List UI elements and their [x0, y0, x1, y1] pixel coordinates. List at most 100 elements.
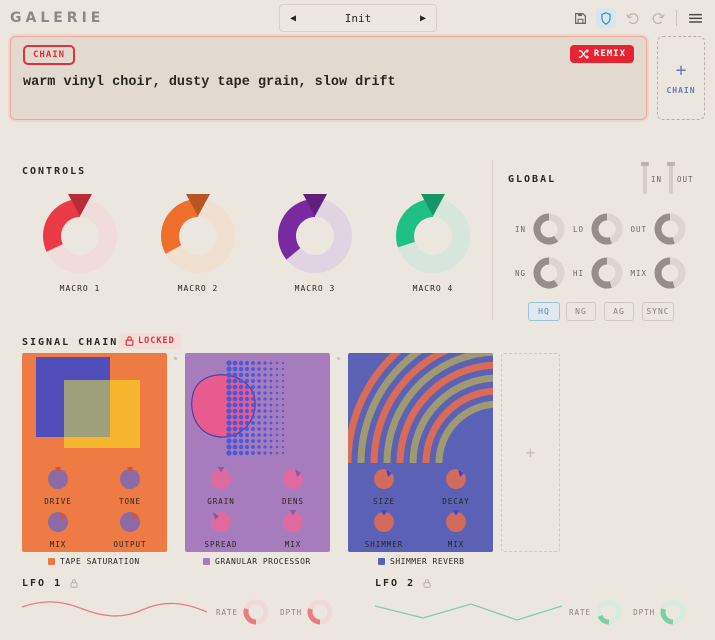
grain-dot	[281, 403, 285, 407]
macro-2-dial[interactable]	[158, 190, 238, 274]
shimmer-knob[interactable]: SHIMMER	[349, 510, 419, 549]
locked-badge[interactable]: LOCKED	[119, 333, 181, 349]
mix-knob[interactable]: MIX	[23, 510, 93, 549]
lfo-1-rate-knob[interactable]	[242, 598, 270, 626]
remix-button[interactable]: REMIX	[569, 45, 634, 63]
lfo-2-waveform[interactable]	[375, 598, 562, 624]
grain-dot	[251, 373, 255, 377]
global-knob-ng[interactable]: NG	[506, 256, 566, 290]
dens-knob[interactable]: DENS	[258, 467, 328, 506]
macro-knob-3[interactable]: MACRO 3	[275, 190, 355, 293]
hq-button[interactable]: HQ	[528, 302, 560, 321]
ng-button[interactable]: NG	[566, 302, 596, 321]
module-card-granular-processor[interactable]: GRAIN DENS SPREAD MIX	[185, 353, 330, 552]
macro-4-dial[interactable]	[393, 190, 473, 274]
lock-icon	[125, 336, 134, 346]
global-knob-mix[interactable]: MIX	[627, 256, 687, 290]
grain-dot	[232, 396, 238, 402]
grain-dot	[263, 451, 267, 455]
prompt-text[interactable]: warm vinyl choir, dusty tape grain, slow…	[23, 75, 396, 90]
global-knob-lo[interactable]: LO	[564, 212, 624, 246]
global-knob-dial[interactable]	[532, 212, 566, 246]
preset-prev-button[interactable]: ◀	[290, 13, 296, 24]
global-knob-dial[interactable]	[590, 212, 624, 246]
macro-3-dial[interactable]	[275, 190, 355, 274]
module-name-granular-processor: GRANULAR PROCESSOR	[203, 557, 311, 566]
global-knob-label: IN	[514, 224, 526, 234]
grain-dot	[263, 373, 267, 377]
module-card-shimmer-reverb[interactable]: SIZE DECAY SHIMMER MIX	[348, 353, 493, 552]
save-icon[interactable]	[570, 8, 590, 28]
decay-knob[interactable]: DECAY	[421, 467, 491, 506]
grain-dot	[232, 432, 238, 438]
size-knob[interactable]: SIZE	[349, 467, 419, 506]
reverb-mix-label: MIX	[447, 540, 465, 549]
global-knob-dial[interactable]	[653, 256, 687, 290]
macro-knob-2[interactable]: MACRO 2	[158, 190, 238, 293]
grain-dot	[275, 403, 279, 407]
prompt-panel[interactable]: CHAIN REMIX warm vinyl choir, dusty tape…	[10, 36, 647, 120]
output-knob[interactable]: OUTPUT	[95, 510, 165, 549]
grain-dot	[244, 390, 250, 396]
grain-dot	[232, 426, 238, 432]
grain-dot	[269, 439, 273, 443]
sync-button[interactable]: SYNC	[642, 302, 674, 321]
grain-knob[interactable]: GRAIN	[186, 467, 256, 506]
lock-icon[interactable]	[423, 579, 431, 588]
lock-icon[interactable]	[70, 579, 78, 588]
locked-label: LOCKED	[138, 336, 175, 346]
grain-dot	[257, 445, 261, 449]
global-knob-hi[interactable]: HI	[564, 256, 624, 290]
global-knob-in[interactable]: IN	[506, 212, 566, 246]
add-chain-button[interactable]: + CHAIN	[657, 36, 705, 120]
redo-icon[interactable]	[648, 8, 668, 28]
module-name-tape-saturation: TAPE SATURATION	[48, 557, 140, 566]
macro-knob-4[interactable]: MACRO 4	[393, 190, 473, 293]
global-knob-label: HI	[572, 268, 584, 278]
input-fader[interactable]	[641, 162, 649, 194]
grain-dot	[232, 378, 238, 384]
global-knob-dial[interactable]	[532, 256, 566, 290]
spread-knob[interactable]: SPREAD	[186, 510, 256, 549]
grain-dot	[275, 409, 279, 413]
lfo-1-controls: RATE DPTH	[216, 598, 334, 626]
ag-button[interactable]: AG	[604, 302, 634, 321]
menu-icon[interactable]	[685, 8, 705, 28]
lfo-1-depth-knob[interactable]	[306, 598, 334, 626]
granular-mix-knob[interactable]: MIX	[258, 510, 328, 549]
undo-icon[interactable]	[622, 8, 642, 28]
drive-knob[interactable]: DRIVE	[23, 467, 93, 506]
global-knob-out[interactable]: OUT	[627, 212, 687, 246]
lfo-2-rate-knob[interactable]	[595, 598, 623, 626]
grain-dot	[275, 451, 279, 455]
grain-dot	[232, 366, 238, 372]
grain-dot	[275, 433, 279, 437]
global-knob-dial[interactable]	[653, 212, 687, 246]
macro-knob-1[interactable]: MACRO 1	[40, 190, 120, 293]
chain-tag[interactable]: CHAIN	[23, 45, 76, 65]
grain-dot	[251, 439, 255, 443]
output-fader[interactable]	[667, 162, 675, 194]
grain-dot	[238, 372, 244, 378]
tone-knob[interactable]: TONE	[95, 467, 165, 506]
grain-dot	[263, 379, 267, 383]
lfo-1-waveform[interactable]	[22, 598, 207, 624]
grain-dot	[275, 397, 279, 401]
reverb-mix-knob[interactable]: MIX	[421, 510, 491, 549]
macro-2-label: MACRO 2	[177, 284, 219, 293]
macro-1-dial[interactable]	[40, 190, 120, 274]
preset-next-button[interactable]: ▶	[420, 13, 426, 24]
grain-dot	[257, 403, 261, 407]
grain-dot	[269, 367, 273, 371]
add-module-button[interactable]: +	[501, 353, 560, 552]
global-knob-dial[interactable]	[590, 256, 624, 290]
preset-selector[interactable]: ◀ Init ▶	[279, 4, 437, 32]
grain-dot	[238, 378, 244, 384]
shield-icon[interactable]	[596, 8, 616, 28]
grain-dot	[226, 402, 232, 408]
grain-dot	[232, 444, 238, 450]
grain-dot	[244, 360, 250, 366]
grain-dot	[257, 373, 261, 377]
module-card-tape-saturation[interactable]: DRIVE TONE MIX OUTPUT	[22, 353, 167, 552]
lfo-2-depth-knob[interactable]	[659, 598, 687, 626]
